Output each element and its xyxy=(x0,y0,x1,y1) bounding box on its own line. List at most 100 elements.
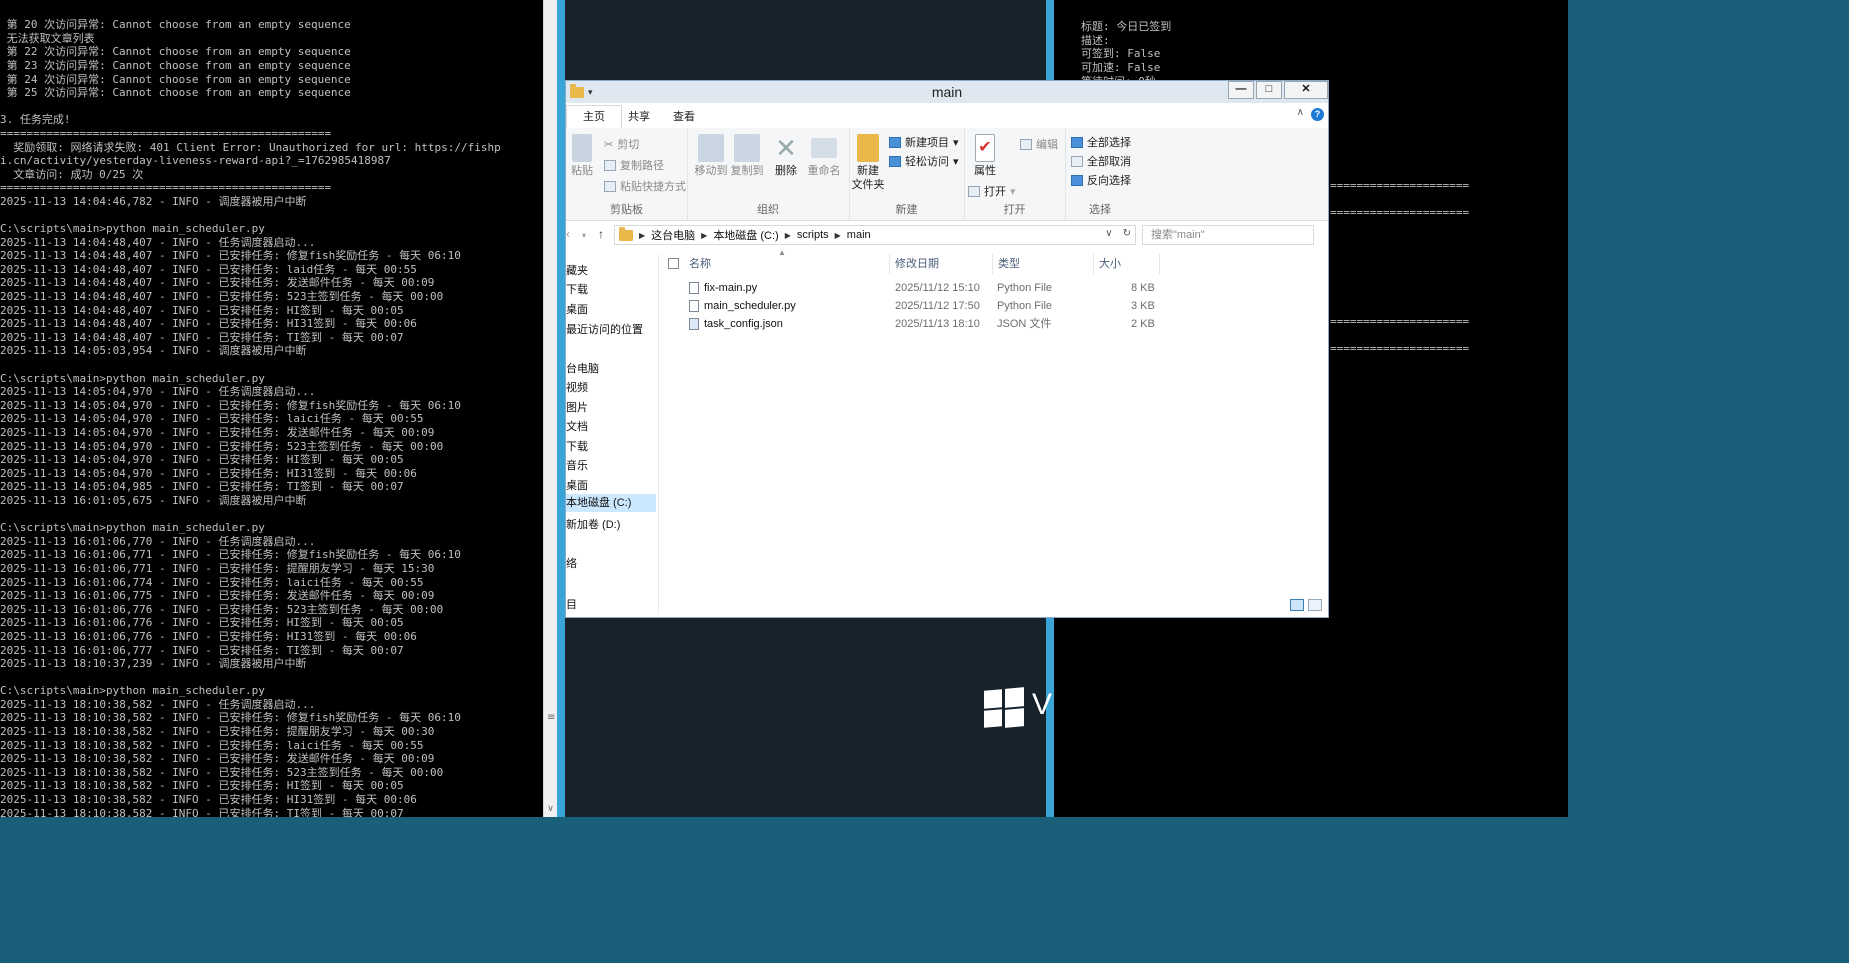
paste-shortcut-icon xyxy=(604,180,616,192)
collapse-ribbon-icon[interactable]: ∧ xyxy=(1297,107,1304,118)
move-to-icon xyxy=(698,134,724,162)
copy-path-button[interactable]: 复制路径 xyxy=(604,157,664,173)
nav-item-network[interactable]: 络 xyxy=(566,555,577,571)
file-row[interactable]: task_config.json 2025/11/13 18:10 JSON 文… xyxy=(662,315,1162,333)
nav-item-local-disk-c[interactable]: 本地磁盘 (C:) xyxy=(566,494,656,512)
nav-item-downloads-pc[interactable]: 下载 xyxy=(566,438,588,454)
properties-label: 属性 xyxy=(974,165,996,177)
tab-home[interactable]: 主页 xyxy=(566,105,622,129)
breadcrumb-this-pc[interactable]: 这台电脑 xyxy=(651,227,695,243)
file-row[interactable]: fix-main.py 2025/11/12 15:10 Python File… xyxy=(662,279,1162,297)
file-modified: 2025/11/12 17:50 xyxy=(895,300,980,312)
nav-item-this-pc[interactable]: 台电脑 xyxy=(566,360,599,376)
console-line: 2025-11-13 18:10:38,582 - INFO - 已安排任务: … xyxy=(0,752,435,766)
select-all-checkbox[interactable] xyxy=(668,258,679,269)
file-size: 8 KB xyxy=(1131,282,1155,294)
delete-button[interactable]: ✕ 删除 xyxy=(771,134,801,178)
tab-view[interactable]: 查看 xyxy=(673,108,695,124)
nav-item-videos[interactable]: 视频 xyxy=(566,379,588,395)
nav-item-downloads[interactable]: 下载 xyxy=(566,281,588,297)
console-line: 2025-11-13 16:01:06,776 - INFO - 已安排任务: … xyxy=(0,616,404,630)
cut-button[interactable]: ✂ 剪切 xyxy=(604,136,639,152)
move-to-button[interactable]: 移动到 xyxy=(693,134,729,178)
rename-button[interactable]: 重命名 xyxy=(805,134,843,178)
open-button[interactable]: 打开 ▾ xyxy=(968,183,1016,199)
nav-item-truncated[interactable]: 目 xyxy=(566,596,577,612)
breadcrumb-main[interactable]: main xyxy=(847,229,871,241)
console-scrollbar[interactable]: ≡ ∨ xyxy=(543,0,557,817)
file-type: Python File xyxy=(997,300,1053,312)
new-item-button[interactable]: 新建项目 ▾ xyxy=(889,134,959,150)
nav-item-volume-d[interactable]: 新加卷 (D:) xyxy=(566,516,620,532)
column-header-name[interactable]: 名称 xyxy=(684,254,890,274)
close-button[interactable]: ✕ xyxy=(1284,81,1328,99)
folder-icon xyxy=(619,226,633,241)
minimize-button[interactable]: — xyxy=(1228,81,1254,99)
console-line: 2025-11-13 16:01:06,774 - INFO - 已安排任务: … xyxy=(0,575,424,589)
column-header-type[interactable]: 类型 xyxy=(993,254,1094,274)
address-dropdown-icon[interactable]: ∨ xyxy=(1105,228,1112,239)
address-bar[interactable]: ▶ 这台电脑 ▶ 本地磁盘 (C:) ▶ scripts ▶ main ∨ ↻ xyxy=(614,225,1136,245)
select-none-button[interactable]: 全部取消 xyxy=(1071,153,1131,169)
scrollbar-grip[interactable]: ≡ xyxy=(547,712,555,724)
chevron-right-icon: ▶ xyxy=(639,230,646,240)
rename-label: 重命名 xyxy=(807,165,841,177)
console-line: 标题: 今日已签到 xyxy=(1081,20,1172,34)
console-line: 2025-11-13 18:10:38,582 - INFO - 已安排任务: … xyxy=(0,765,444,779)
search-input[interactable]: 搜索"main" xyxy=(1142,225,1314,245)
properties-button[interactable]: ✔ 属性 xyxy=(970,134,1000,178)
file-modified: 2025/11/12 15:10 xyxy=(895,282,980,294)
paste-label: 粘贴 xyxy=(571,165,593,177)
nav-item-pictures[interactable]: 图片 xyxy=(566,399,588,415)
console-window-left[interactable]: 第 20 次访问异常: Cannot choose from an empty … xyxy=(0,0,543,817)
group-label-open: 打开 xyxy=(1003,204,1026,216)
breadcrumb-scripts[interactable]: scripts xyxy=(797,229,829,241)
nav-item-desktop[interactable]: 桌面 xyxy=(566,301,588,317)
file-row[interactable]: main_scheduler.py 2025/11/12 17:50 Pytho… xyxy=(662,297,1162,315)
new-folder-button[interactable]: 新建 文件夹 xyxy=(851,134,885,192)
python-file-icon xyxy=(689,282,699,294)
nav-item-documents[interactable]: 文档 xyxy=(566,418,588,434)
details-view-icon[interactable] xyxy=(1290,599,1304,611)
select-all-button[interactable]: 全部选择 xyxy=(1071,134,1131,150)
back-icon[interactable]: ‹ xyxy=(566,227,570,241)
edit-label: 编辑 xyxy=(1036,139,1058,151)
console-line: 2025-11-13 14:05:04,970 - INFO - 已安排任务: … xyxy=(0,439,444,453)
column-header-size[interactable]: 大小 xyxy=(1094,254,1160,274)
copy-to-icon xyxy=(734,134,760,162)
nav-item-desktop-pc[interactable]: 桌面 xyxy=(566,477,588,493)
console-line: 2025-11-13 16:01:06,770 - INFO - 任务调度器启动… xyxy=(0,534,316,548)
column-header-modified[interactable]: 修改日期 xyxy=(890,254,993,274)
nav-item-recent[interactable]: 最近访问的位置 xyxy=(566,321,643,337)
console-line: 可加速: False xyxy=(1081,60,1161,74)
large-icons-view-icon[interactable] xyxy=(1308,599,1322,611)
refresh-icon[interactable]: ↻ xyxy=(1123,228,1131,239)
easy-access-button[interactable]: 轻松访问 ▾ xyxy=(889,153,959,169)
breadcrumb-local-disk[interactable]: 本地磁盘 (C:) xyxy=(713,227,778,243)
file-explorer-window[interactable]: ▾ main — □ ✕ 主页 共享 查看 ∧ ? 粘贴 ✂ 剪切 复制路径 粘贴… xyxy=(565,80,1329,618)
console-line: 2025-11-13 14:04:48,407 - INFO - 已安排任务: … xyxy=(0,276,435,290)
title-bar[interactable]: ▾ main — □ ✕ xyxy=(566,81,1328,103)
copy-to-button[interactable]: 复制到 xyxy=(729,134,765,178)
recent-locations-icon[interactable]: ▾ xyxy=(582,231,586,240)
invert-selection-button[interactable]: 反向选择 xyxy=(1071,172,1131,188)
console-line: 奖励领取: 网络请求失败: 401 Client Error: Unauthor… xyxy=(0,140,501,154)
tab-share[interactable]: 共享 xyxy=(628,108,650,124)
help-icon[interactable]: ? xyxy=(1311,108,1324,121)
scroll-down-icon[interactable]: ∨ xyxy=(544,803,557,815)
paste-button[interactable]: 粘贴 xyxy=(570,134,594,178)
ribbon: 粘贴 ✂ 剪切 复制路径 粘贴快捷方式 剪贴板 移动到 复制到 ✕ 删除 重命名… xyxy=(566,128,1328,221)
view-switcher xyxy=(1290,599,1322,611)
edit-button[interactable]: 编辑 xyxy=(1020,136,1058,152)
nav-item-music[interactable]: 音乐 xyxy=(566,457,588,473)
select-all-icon xyxy=(1071,136,1083,148)
navigation-pane[interactable]: 藏夹 下载 桌面 最近访问的位置 台电脑 视频 图片 文档 下载 音乐 桌面 本… xyxy=(566,254,659,614)
up-arrow-icon[interactable]: ↑ xyxy=(598,227,604,241)
nav-item-favorites[interactable]: 藏夹 xyxy=(566,262,588,278)
windows-logo-icon xyxy=(984,687,1024,728)
json-file-icon xyxy=(689,318,699,330)
maximize-button[interactable]: □ xyxy=(1256,81,1282,99)
paste-shortcut-button[interactable]: 粘贴快捷方式 xyxy=(604,178,686,194)
console-line: 2025-11-13 14:05:04,970 - INFO - 已安排任务: … xyxy=(0,412,424,426)
